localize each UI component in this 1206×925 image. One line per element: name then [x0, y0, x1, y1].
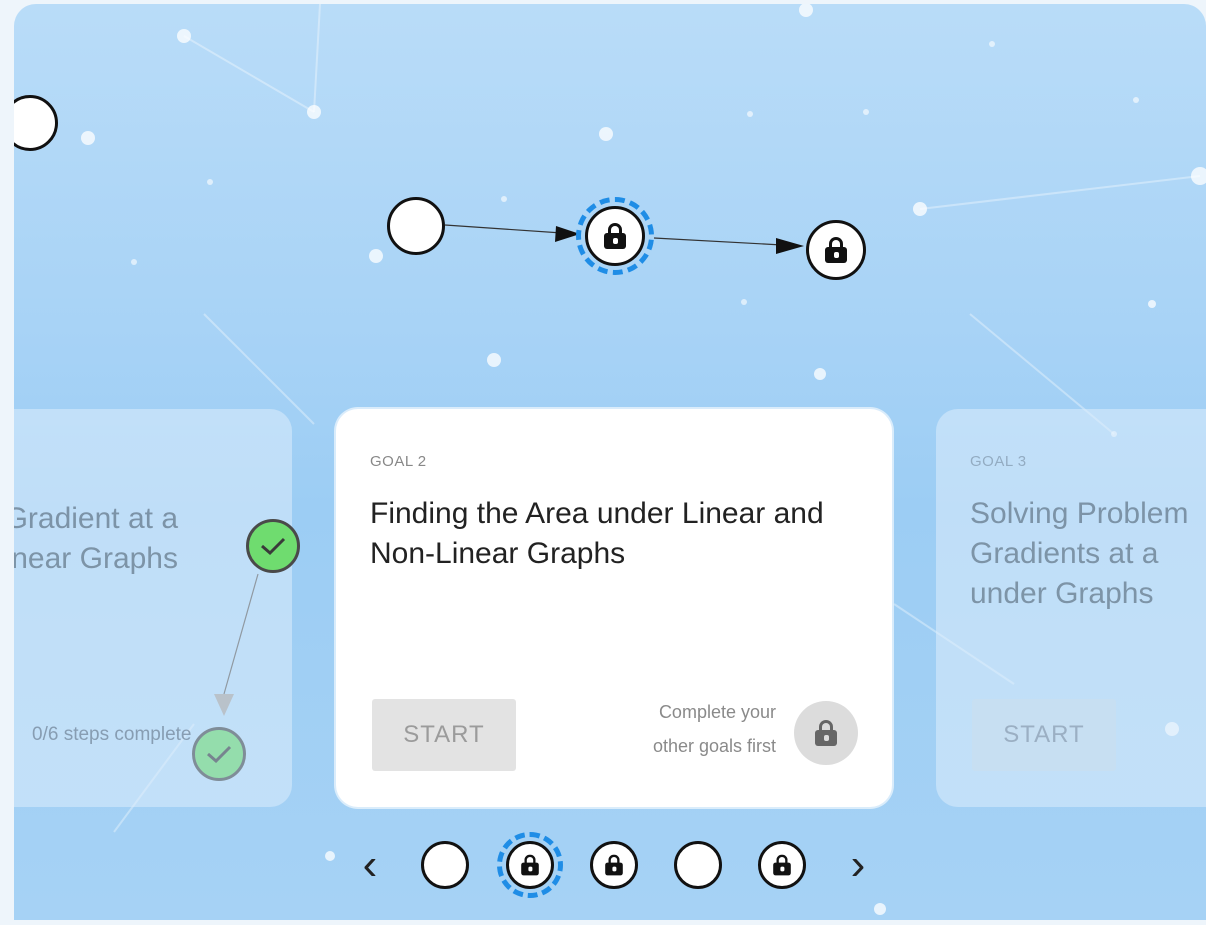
lock-icon	[773, 854, 791, 876]
lock-badge	[794, 701, 858, 765]
pager-dot-5[interactable]	[758, 841, 806, 889]
goal-title: Solving Problem Gradients at a under Gra…	[970, 497, 1189, 610]
lock-icon	[815, 720, 837, 746]
goal-label: GOAL 2	[370, 453, 427, 470]
previous-arrow-button[interactable]: ‹	[350, 843, 390, 887]
goal-card-previous[interactable]: Gradient at a near Graphs 0/6 steps comp…	[14, 409, 300, 807]
lock-icon	[605, 854, 623, 876]
goal-pager: ‹ ›	[0, 820, 1206, 910]
pager-dot-3[interactable]	[590, 841, 638, 889]
map-node-open[interactable]	[387, 197, 445, 255]
pager-dot-2[interactable]	[497, 832, 563, 898]
next-arrow-button[interactable]: ›	[838, 843, 878, 887]
lock-icon	[521, 854, 539, 876]
goal-title: Finding the Area under Linear and Non-Li…	[370, 497, 824, 570]
map-node-locked[interactable]	[806, 220, 866, 280]
locked-note: Complete your other goals first	[546, 695, 776, 763]
pager-dot-1[interactable]	[421, 841, 469, 889]
pager-dot-4[interactable]	[674, 841, 722, 889]
check-icon	[246, 519, 300, 573]
lock-icon	[825, 237, 847, 263]
start-button[interactable]: START	[372, 699, 516, 771]
steps-progress: 0/6 steps complete	[32, 724, 192, 745]
locked-note-line1: Complete your	[658, 702, 776, 722]
goal-card-next[interactable]: GOAL 3 Solving Problem Gradients at a un…	[936, 409, 1206, 807]
goal-map-panel: Gradient at a near Graphs 0/6 steps comp…	[14, 4, 1206, 920]
goal-label: GOAL 3	[970, 453, 1027, 470]
lock-icon	[604, 223, 626, 249]
goal-card-current[interactable]: GOAL 2 Finding the Area under Linear and…	[336, 409, 892, 807]
map-node-current[interactable]	[576, 197, 654, 275]
check-icon	[192, 727, 246, 781]
goal-title: Gradient at a near Graphs	[14, 502, 178, 575]
locked-note-line2: other goals first	[652, 736, 776, 756]
start-button[interactable]: START	[972, 699, 1116, 771]
